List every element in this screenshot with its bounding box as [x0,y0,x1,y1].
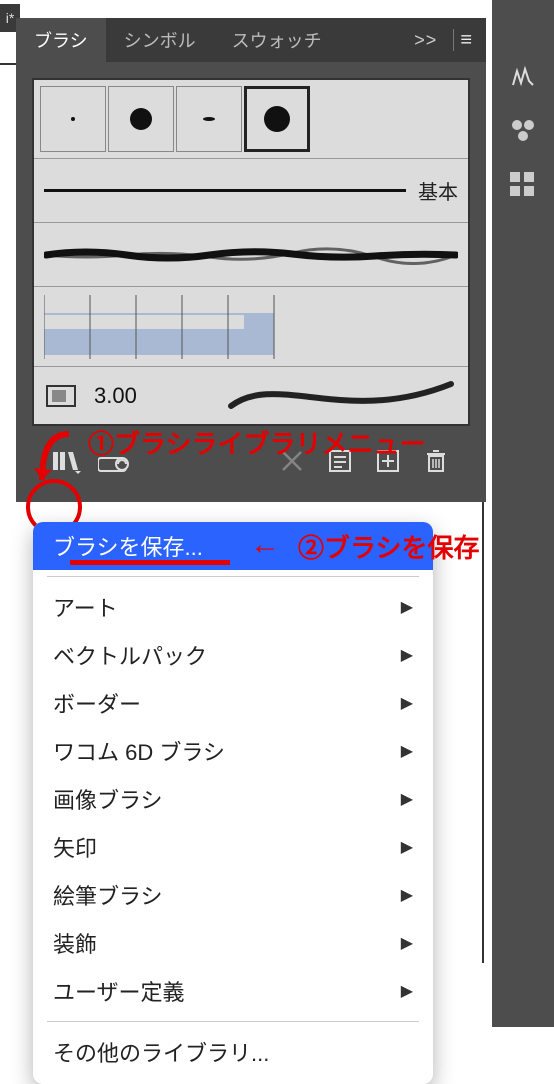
brushes-panel: ブラシ シンボル スウォッチ >> ≡ 基本 [16,18,486,502]
brush-library-menu: ブラシを保存... アート ▶ ベクトルパック ▶ ボーダー ▶ ワコム 6D ブラシ… [33,522,433,1084]
brush-list: 基本 [32,78,470,426]
menu-item-border[interactable]: ボーダー ▶ [33,679,433,727]
menu-item-vector-pack[interactable]: ベクトルパック ▶ [33,631,433,679]
new-brush-icon[interactable] [368,443,408,479]
brush-thumb-1[interactable] [40,86,106,152]
brush-library-menu-button[interactable] [46,443,86,479]
annotation-underline [70,560,230,565]
dock-swatches-icon[interactable] [502,164,544,206]
brush-thumb-2[interactable] [108,86,174,152]
submenu-arrow-icon: ▶ [401,789,413,809]
menu-item-paintbrush[interactable]: 絵筆ブラシ ▶ [33,871,433,919]
right-dock-strip [492,0,554,1027]
submenu-arrow-icon: ▶ [401,597,413,617]
brush-thumb-4-selected[interactable] [244,86,310,152]
brush-basic-stroke-row[interactable]: 基本 [34,158,468,222]
menu-item-label: 装飾 [53,927,97,959]
menu-item-decorative[interactable]: 装飾 ▶ [33,919,433,967]
brush-pattern-stroke-row[interactable] [34,286,468,366]
menu-item-label: 矢印 [53,831,97,863]
submenu-arrow-icon: ▶ [401,837,413,857]
panel-menu-button[interactable]: ≡ [460,29,486,52]
brush-thumb-3[interactable] [176,86,242,152]
submenu-arrow-icon: ▶ [401,741,413,761]
menu-item-label: ベクトルパック [53,639,207,671]
menu-item-label: その他のライブラリ... [53,1036,269,1068]
menu-item-arrow[interactable]: 矢印 ▶ [33,823,433,871]
submenu-arrow-icon: ▶ [401,981,413,1001]
menu-item-label: 絵筆ブラシ [53,879,163,911]
panel-tab-bar: ブラシ シンボル スウォッチ >> ≡ [16,18,486,62]
submenu-arrow-icon: ▶ [401,933,413,953]
menu-item-art[interactable]: アート ▶ [33,583,433,631]
menu-item-label: ユーザー定義 [53,975,185,1007]
brush-calligraphy-row[interactable]: 3.00 [34,366,468,424]
menu-item-label: ワコム 6D ブラシ [53,735,225,767]
dock-brushes-icon[interactable] [502,56,544,98]
menu-item-user-defined[interactable]: ユーザー定義 ▶ [33,967,433,1015]
tab-brushes[interactable]: ブラシ [16,18,106,62]
basic-stroke-label: 基本 [418,176,458,205]
tab-symbols[interactable]: シンボル [106,18,214,62]
menu-item-label: アート [53,591,118,623]
panel-footer [32,436,470,486]
menu-item-image-brush[interactable]: 画像ブラシ ▶ [33,775,433,823]
brush-charcoal-stroke-row[interactable] [34,222,468,286]
menu-item-label: ブラシを保存... [53,530,203,562]
menu-item-label: ボーダー [53,687,141,719]
submenu-arrow-icon: ▶ [401,693,413,713]
panel-overflow-button[interactable]: >> [414,30,447,51]
submenu-arrow-icon: ▶ [401,645,413,665]
tab-swatches[interactable]: スウォッチ [214,18,340,62]
menu-item-label: 画像ブラシ [53,783,163,815]
remove-brush-stroke-icon[interactable] [272,443,312,479]
delete-brush-icon[interactable] [416,443,456,479]
app-window: i* ブラシ シンボル スウォッチ >> ≡ [0,0,554,1027]
menu-item-wacom-6d[interactable]: ワコム 6D ブラシ ▶ [33,727,433,775]
brush-size-value: 3.00 [94,383,137,409]
menu-item-other-libraries[interactable]: その他のライブラリ... [33,1028,433,1076]
submenu-arrow-icon: ▶ [401,885,413,905]
cloud-library-icon[interactable] [94,443,134,479]
brush-options-icon[interactable] [320,443,360,479]
calligraphy-preview-icon [46,385,76,407]
dock-symbols-icon[interactable] [502,110,544,152]
